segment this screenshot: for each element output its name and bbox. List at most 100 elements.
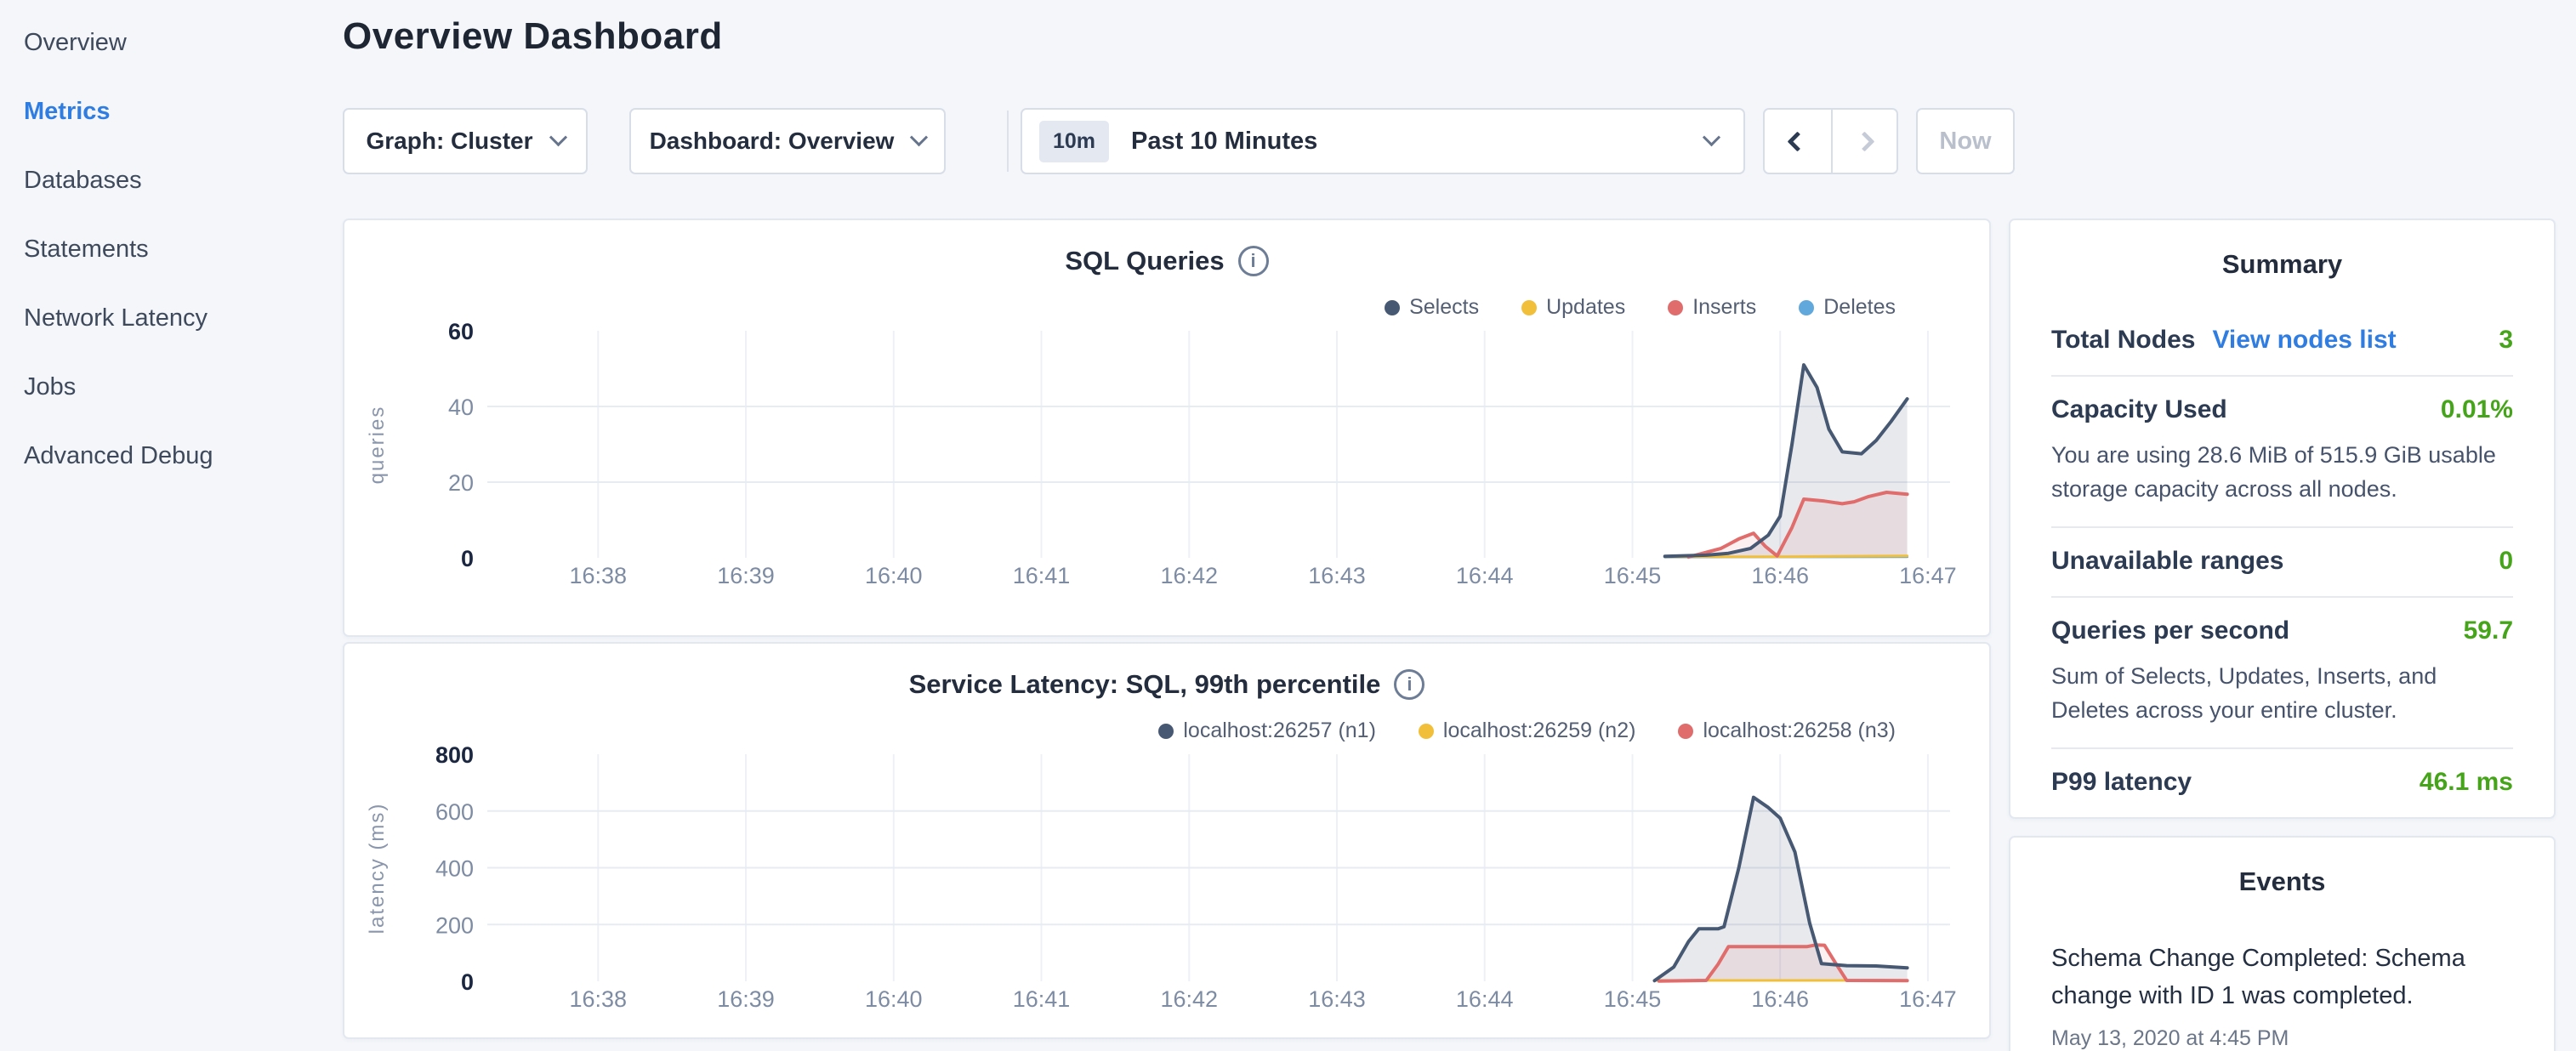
svg-text:200: 200 [435, 912, 474, 938]
svg-text:16:38: 16:38 [570, 986, 628, 1012]
graph-scope-label: Graph: Cluster [366, 128, 532, 155]
svg-text:0: 0 [461, 969, 474, 995]
legend-item: Deletes [1799, 295, 1896, 320]
info-icon[interactable]: i [1394, 669, 1424, 700]
sidebar-item-network-latency[interactable]: Network Latency [0, 284, 340, 353]
p99-latency-label: P99 latency [2051, 768, 2192, 797]
sidebar-item-overview[interactable]: Overview [0, 9, 340, 77]
svg-text:16:46: 16:46 [1751, 563, 1809, 588]
time-step-back-button[interactable] [1765, 110, 1831, 173]
queries-per-second-label: Queries per second [2051, 616, 2289, 645]
chart-title: Service Latency: SQL, 99th percentile [909, 669, 1381, 700]
legend-item: Inserts [1668, 295, 1756, 320]
total-nodes-label: Total Nodes [2051, 326, 2195, 355]
legend-dot-icon [1521, 300, 1537, 315]
summary-panel: Summary Total Nodes View nodes list 3 Ca… [2009, 219, 2556, 819]
view-nodes-list-link[interactable]: View nodes list [2212, 326, 2396, 355]
legend-dot-icon [1678, 724, 1693, 739]
chevron-left-icon [1788, 131, 1808, 151]
chart-legend: localhost:26257 (n1) localhost:26259 (n2)… [1158, 719, 1896, 743]
chart-title: SQL Queries [1065, 246, 1224, 276]
service-latency-chart-card: Service Latency: SQL, 99th percentile i … [343, 642, 1991, 1039]
sql-queries-plot: 16:3816:3916:4016:4116:4216:4316:4416:45… [344, 322, 1993, 611]
time-range-label: Past 10 Minutes [1131, 128, 1317, 156]
svg-text:16:46: 16:46 [1751, 986, 1809, 1012]
queries-per-second-row: Queries per second 59.7 [2051, 598, 2513, 645]
svg-text:16:45: 16:45 [1604, 563, 1662, 588]
svg-text:16:43: 16:43 [1308, 986, 1366, 1012]
total-nodes-row: Total Nodes View nodes list 3 [2051, 326, 2513, 355]
svg-text:16:41: 16:41 [1013, 986, 1071, 1012]
dashboard-dropdown[interactable]: Dashboard: Overview [629, 108, 946, 174]
sidebar-item-databases[interactable]: Databases [0, 146, 340, 215]
sidebar-item-metrics[interactable]: Metrics [0, 77, 340, 146]
events-title: Events [2051, 866, 2513, 897]
capacity-used-value: 0.01% [2441, 395, 2513, 424]
sidebar-nav: OverviewMetricsDatabasesStatementsNetwor… [0, 0, 340, 491]
now-button[interactable]: Now [1916, 108, 2015, 174]
controls-divider [1007, 111, 1009, 172]
chevron-down-icon [1703, 128, 1720, 146]
svg-text:16:40: 16:40 [865, 563, 923, 588]
p99-latency-value: 46.1 ms [2420, 768, 2513, 797]
legend-item: localhost:26259 (n2) [1419, 719, 1636, 743]
unavailable-ranges-row: Unavailable ranges 0 [2051, 528, 2513, 576]
legend-dot-icon [1668, 300, 1683, 315]
info-icon[interactable]: i [1238, 246, 1269, 276]
service-latency-plot: 16:3816:3916:4016:4116:4216:4316:4416:45… [344, 746, 1993, 1035]
summary-title: Summary [2051, 249, 2513, 280]
capacity-used-label: Capacity Used [2051, 395, 2227, 424]
svg-text:16:43: 16:43 [1308, 563, 1366, 588]
svg-text:16:40: 16:40 [865, 986, 923, 1012]
svg-text:16:42: 16:42 [1161, 986, 1219, 1012]
svg-text:16:47: 16:47 [1899, 986, 1957, 1012]
event-item-text: Schema Change Completed: Schema change w… [2051, 940, 2513, 1014]
svg-text:queries: queries [366, 406, 389, 485]
total-nodes-value: 3 [2499, 326, 2513, 355]
legend-item: Updates [1521, 295, 1625, 320]
queries-per-second-description: Sum of Selects, Updates, Inserts, and De… [2051, 659, 2513, 727]
legend-item: localhost:26257 (n1) [1158, 719, 1376, 743]
svg-text:20: 20 [448, 470, 474, 496]
event-list: Schema Change Completed: Schema change w… [2051, 940, 2513, 1051]
capacity-used-description: You are using 28.6 MiB of 515.9 GiB usab… [2051, 438, 2513, 506]
legend-dot-icon [1385, 300, 1400, 315]
time-range-dropdown[interactable]: 10m Past 10 Minutes [1021, 108, 1745, 174]
svg-text:40: 40 [448, 395, 474, 420]
svg-text:16:42: 16:42 [1161, 563, 1219, 588]
svg-text:16:41: 16:41 [1013, 563, 1071, 588]
legend-dot-icon [1158, 724, 1174, 739]
svg-text:latency (ms): latency (ms) [366, 803, 389, 935]
sidebar-item-advanced-debug[interactable]: Advanced Debug [0, 422, 340, 491]
svg-text:60: 60 [448, 322, 474, 344]
unavailable-ranges-label: Unavailable ranges [2051, 547, 2283, 576]
events-panel: Events Schema Change Completed: Schema c… [2009, 836, 2556, 1051]
sidebar-item-statements[interactable]: Statements [0, 215, 340, 284]
sql-queries-chart-card: SQL Queries i Selects Updates Inserts Delet… [343, 219, 1991, 637]
sidebar-item-jobs[interactable]: Jobs [0, 353, 340, 422]
legend-dot-icon [1799, 300, 1814, 315]
svg-text:800: 800 [435, 746, 474, 768]
dashboard-label: Dashboard: Overview [650, 128, 895, 155]
time-range-badge: 10m [1039, 121, 1109, 162]
svg-text:16:38: 16:38 [570, 563, 628, 588]
svg-text:16:44: 16:44 [1456, 986, 1514, 1012]
legend-item: Selects [1385, 295, 1479, 320]
chart-legend: Selects Updates Inserts Deletes [1385, 295, 1896, 320]
legend-item: localhost:26258 (n3) [1678, 719, 1896, 743]
page-title: Overview Dashboard [343, 15, 723, 58]
queries-per-second-value: 59.7 [2464, 616, 2513, 645]
time-step-buttons [1763, 108, 1898, 174]
svg-text:400: 400 [435, 856, 474, 882]
page-background: { "colors": { "accent_blue": "#2f7de1", … [0, 0, 2576, 1051]
time-step-forward-button[interactable] [1831, 110, 1897, 173]
graph-scope-dropdown[interactable]: Graph: Cluster [343, 108, 588, 174]
svg-text:16:47: 16:47 [1899, 563, 1957, 588]
chevron-right-icon [1854, 131, 1874, 151]
p99-latency-row: P99 latency 46.1 ms [2051, 749, 2513, 797]
chevron-down-icon [549, 128, 566, 146]
svg-text:0: 0 [461, 546, 474, 571]
svg-text:16:39: 16:39 [717, 563, 775, 588]
legend-dot-icon [1419, 724, 1434, 739]
capacity-used-row: Capacity Used 0.01% [2051, 377, 2513, 424]
